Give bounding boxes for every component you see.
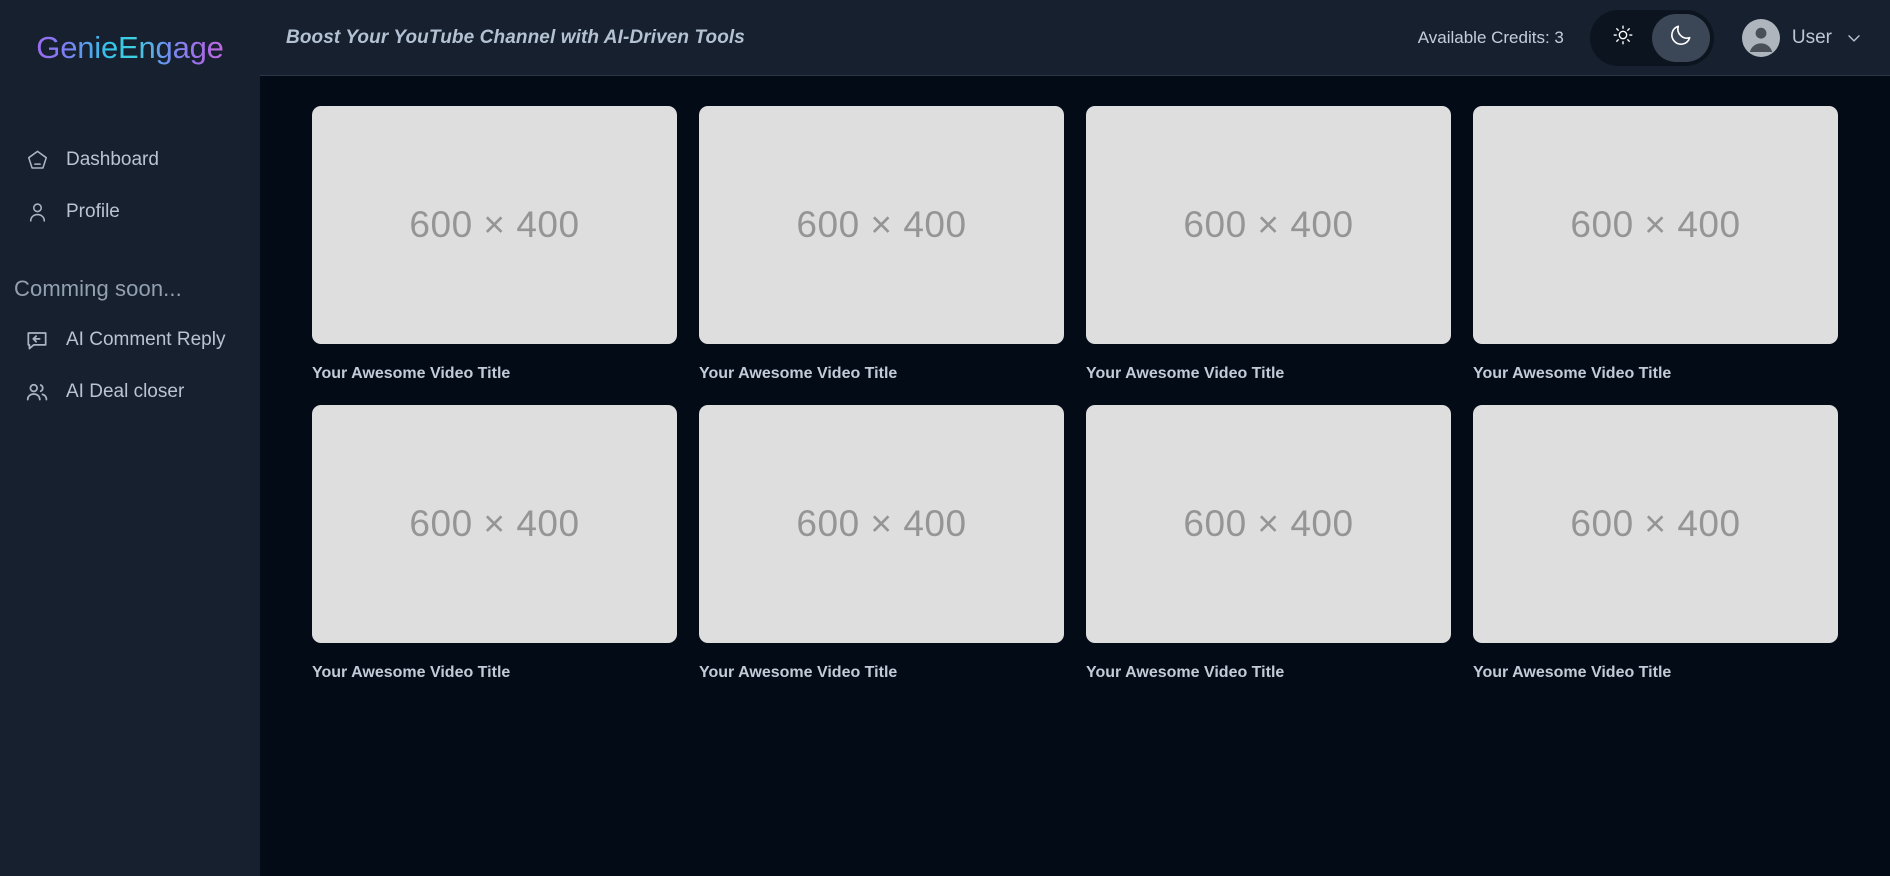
- sidebar-item-ai-deal-closer[interactable]: AI Deal closer: [0, 366, 260, 418]
- sidebar-item-dashboard-label: Dashboard: [66, 149, 159, 170]
- thumbnail-size-label: 600 × 400: [409, 204, 580, 245]
- video-card[interactable]: 600 × 400 Your Awesome Video Title: [1473, 405, 1838, 682]
- video-thumbnail[interactable]: 600 × 400: [312, 405, 677, 643]
- video-title: Your Awesome Video Title: [699, 365, 898, 382]
- video-title: Your Awesome Video Title: [1086, 365, 1285, 382]
- sidebar-item-ai-deal-closer-label: AI Deal closer: [66, 381, 185, 402]
- sidebar-coming-soon-label: Comming soon...: [14, 276, 182, 301]
- thumbnail-size-label: 600 × 400: [409, 503, 580, 544]
- video-card[interactable]: 600 × 400 Your Awesome Video Title: [312, 405, 677, 682]
- message-reply-icon: [24, 327, 50, 353]
- theme-option-light[interactable]: [1594, 14, 1652, 62]
- available-credits-label: Available Credits: 3: [1417, 27, 1564, 47]
- thumbnail-size-label: 600 × 400: [1183, 503, 1354, 544]
- chevron-down-icon[interactable]: [1844, 28, 1864, 48]
- sidebar-item-ai-comment-reply-label: AI Comment Reply: [66, 329, 226, 350]
- video-thumbnail[interactable]: 600 × 400: [1473, 106, 1838, 344]
- video-thumbnail[interactable]: 600 × 400: [699, 106, 1064, 344]
- video-title: Your Awesome Video Title: [312, 365, 511, 382]
- video-card[interactable]: 600 × 400 Your Awesome Video Title: [1086, 106, 1451, 383]
- sidebar: GenieEngage Dashboard Profile Comming so…: [0, 0, 260, 876]
- topbar-right-cluster: Available Credits: 3 User: [1417, 9, 1870, 66]
- theme-toggle[interactable]: [1589, 9, 1714, 66]
- video-card[interactable]: 600 × 400 Your Awesome Video Title: [312, 106, 677, 383]
- video-title: Your Awesome Video Title: [1473, 664, 1672, 681]
- thumbnail-size-label: 600 × 400: [1183, 204, 1354, 245]
- home-icon: [24, 147, 50, 173]
- thumbnail-size-label: 600 × 400: [796, 204, 967, 245]
- page-title: Boost Your YouTube Channel with AI-Drive…: [286, 26, 745, 48]
- user-menu[interactable]: User: [1741, 18, 1870, 57]
- video-title: Your Awesome Video Title: [1086, 664, 1285, 681]
- video-thumbnail[interactable]: 600 × 400: [312, 106, 677, 344]
- brand-logo[interactable]: GenieEngage: [0, 6, 260, 90]
- sidebar-item-dashboard[interactable]: Dashboard: [0, 134, 260, 186]
- sidebar-item-ai-comment-reply[interactable]: AI Comment Reply: [0, 314, 260, 366]
- thumbnail-size-label: 600 × 400: [1570, 503, 1741, 544]
- user-name-label: User: [1791, 26, 1832, 48]
- video-thumbnail[interactable]: 600 × 400: [1473, 405, 1838, 643]
- video-thumbnail[interactable]: 600 × 400: [1086, 106, 1451, 344]
- theme-option-dark[interactable]: [1651, 13, 1710, 62]
- main-area: Boost Your YouTube Channel with AI-Drive…: [260, 0, 1890, 876]
- topbar: Boost Your YouTube Channel with AI-Drive…: [260, 0, 1890, 76]
- avatar-person-icon: [1749, 27, 1773, 52]
- sidebar-item-profile[interactable]: Profile: [0, 186, 260, 238]
- video-title: Your Awesome Video Title: [312, 664, 511, 681]
- sun-icon: [1612, 24, 1634, 51]
- thumbnail-size-label: 600 × 400: [1570, 204, 1741, 245]
- user-icon: [24, 199, 50, 225]
- thumbnail-size-label: 600 × 400: [796, 503, 967, 544]
- avatar: [1741, 18, 1780, 57]
- video-grid: 600 × 400 Your Awesome Video Title 600 ×…: [312, 106, 1838, 682]
- sidebar-item-profile-label: Profile: [66, 201, 120, 222]
- video-title: Your Awesome Video Title: [1473, 365, 1672, 382]
- video-thumbnail[interactable]: 600 × 400: [699, 405, 1064, 643]
- video-grid-container: 600 × 400 Your Awesome Video Title 600 ×…: [260, 76, 1890, 876]
- users-icon: [24, 379, 50, 405]
- sidebar-nav: Dashboard Profile Comming soon... AI Com…: [0, 134, 260, 418]
- video-card[interactable]: 600 × 400 Your Awesome Video Title: [699, 106, 1064, 383]
- video-card[interactable]: 600 × 400 Your Awesome Video Title: [1473, 106, 1838, 383]
- brand-logo-text: GenieEngage: [36, 30, 224, 65]
- video-thumbnail[interactable]: 600 × 400: [1086, 405, 1451, 643]
- video-card[interactable]: 600 × 400 Your Awesome Video Title: [699, 405, 1064, 682]
- moon-icon: [1668, 22, 1694, 53]
- video-card[interactable]: 600 × 400 Your Awesome Video Title: [1086, 405, 1451, 682]
- video-title: Your Awesome Video Title: [699, 664, 898, 681]
- app-root: GenieEngage Dashboard Profile Comming so…: [0, 0, 1890, 876]
